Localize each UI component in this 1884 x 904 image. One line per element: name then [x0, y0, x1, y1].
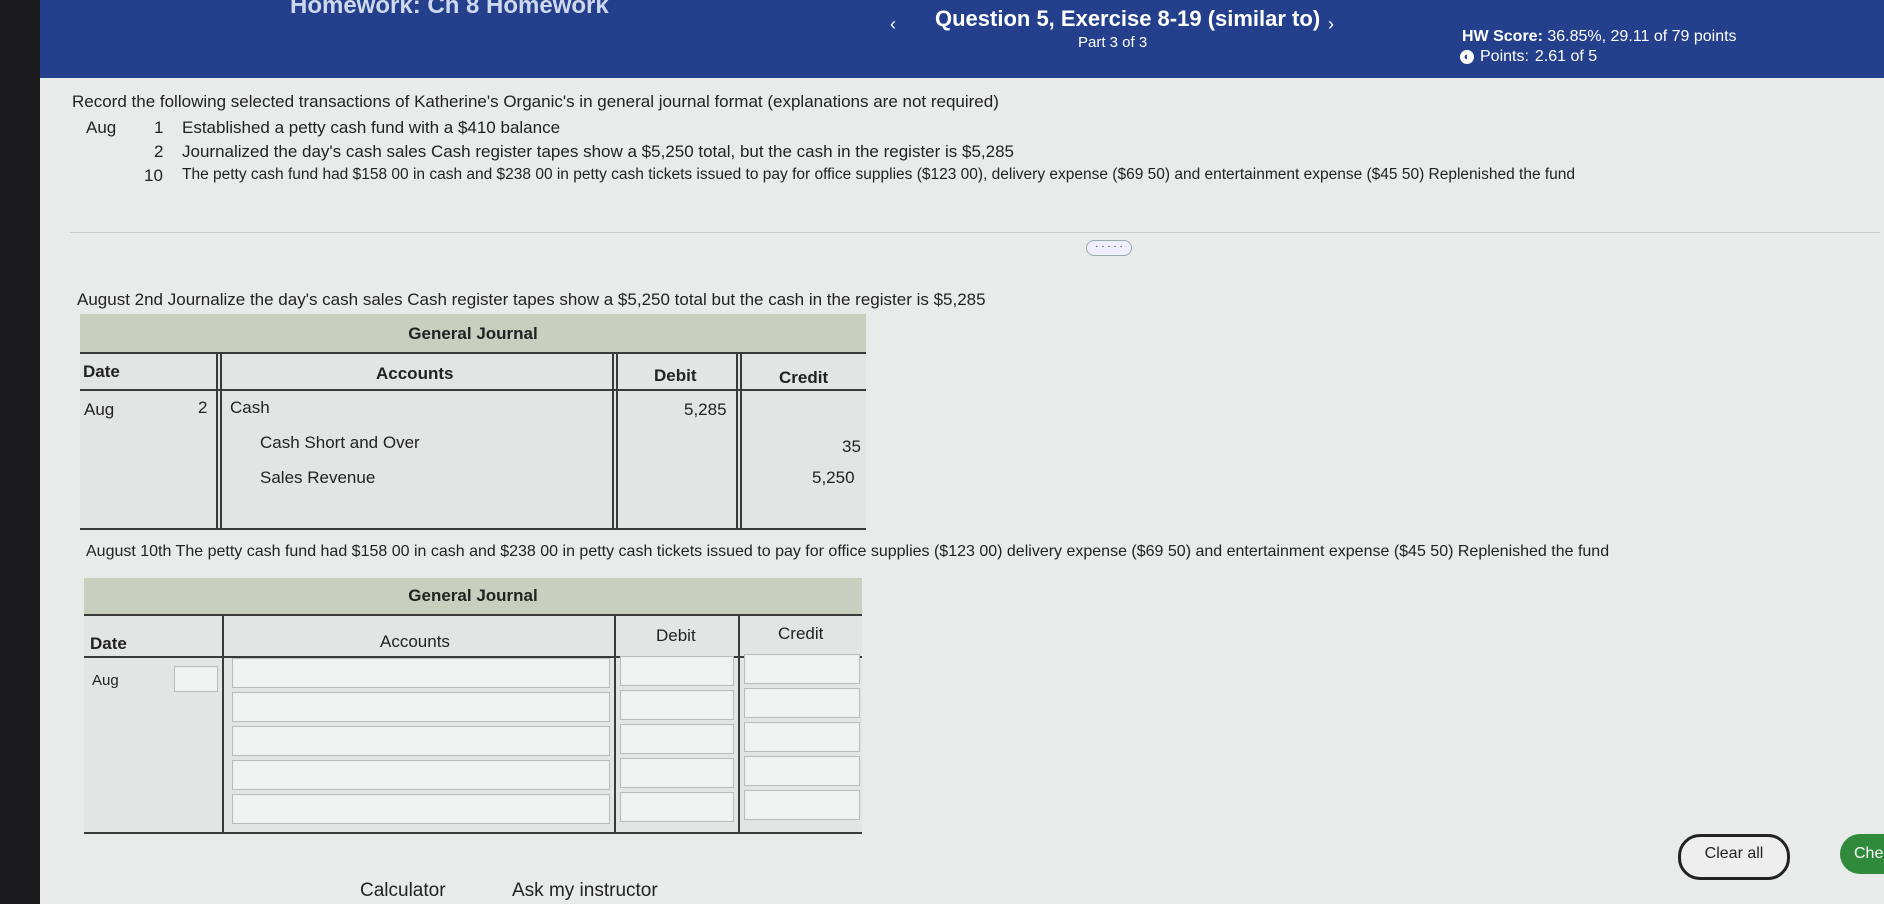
- points-value: 2.61 of 5: [1534, 48, 1598, 65]
- journal2-prompt: August 10th The petty cash fund had $158…: [86, 543, 1610, 560]
- question-header: Homework: Ch 8 Homework ‹ Question 5, Ex…: [40, 0, 1884, 78]
- journal1-account: Cash Short and Over: [260, 433, 420, 452]
- hw-score-value: 36.85%, 29.11 of 79 points: [1547, 28, 1737, 45]
- journal1-title: General Journal: [80, 314, 866, 354]
- journal1-debit: 5,285: [684, 400, 727, 419]
- journal1-credit: 5,250: [812, 468, 855, 487]
- journal2-credit-input[interactable]: [744, 722, 860, 752]
- journal2-debit-input[interactable]: [620, 724, 734, 754]
- clear-all-button[interactable]: Clear all: [1678, 834, 1790, 880]
- hw-score: HW Score: 36.85%, 29.11 of 79 points: [1462, 28, 1737, 46]
- transaction-text: The petty cash fund had $158 00 in cash …: [182, 166, 1576, 183]
- transaction-day: 2: [154, 142, 164, 161]
- journal2-col-rule: [614, 614, 616, 832]
- journal2-account-input[interactable]: [232, 692, 610, 722]
- journal1-account: Cash: [230, 398, 270, 417]
- journal1-col-rule: [612, 352, 614, 530]
- question-title: Question 5, Exercise 8-19 (similar to): [935, 6, 1321, 31]
- journal2-debit-input[interactable]: [620, 758, 734, 788]
- journal2-title: General Journal: [84, 578, 862, 614]
- journal1-prompt: August 2nd Journalize the day's cash sal…: [77, 290, 986, 309]
- journal2-debit-input[interactable]: [620, 690, 734, 720]
- journal1-account: Sales Revenue: [260, 468, 376, 487]
- journal2-account-input[interactable]: [232, 794, 610, 824]
- journal1-debit-header: Debit: [654, 366, 697, 385]
- journal2-date-header: Date: [90, 634, 127, 653]
- journal2-account-input[interactable]: [232, 726, 610, 756]
- journal1-col-rule: [220, 352, 222, 530]
- journal2-col-rule: [222, 614, 224, 832]
- previous-question-icon[interactable]: ‹: [890, 14, 896, 35]
- question-part: Part 3 of 3: [1078, 34, 1148, 51]
- journal2-account-input[interactable]: [232, 658, 610, 688]
- journal2-credit-input[interactable]: [744, 790, 860, 820]
- journal1-credit-header: Credit: [779, 368, 829, 387]
- journal1-col-rule: [736, 352, 738, 530]
- screen-bezel: [0, 0, 40, 904]
- journal2-month: Aug: [92, 672, 119, 689]
- check-answer-button[interactable]: Check: [1840, 834, 1884, 874]
- problem-intro: Record the following selected transactio…: [72, 92, 999, 111]
- points-label: Points:: [1480, 48, 1529, 65]
- points: ◐ Points: 2.61 of 5: [1460, 48, 1597, 66]
- journal1-bottom-rule: [80, 528, 866, 530]
- journal1-day: 2: [198, 398, 208, 417]
- journal1-col-rule: [740, 352, 742, 530]
- journal1-header-rule: [80, 389, 866, 391]
- expand-more-button[interactable]: · · · · ·: [1086, 240, 1132, 256]
- journal1-col-rule: [216, 352, 218, 530]
- journal1-col-rule: [616, 352, 618, 530]
- section-divider: [70, 232, 1880, 233]
- hw-score-label: HW Score:: [1462, 28, 1543, 45]
- journal2-col-rule: [738, 614, 740, 832]
- transaction-text: Journalized the day's cash sales Cash re…: [182, 142, 1015, 161]
- transaction-day: 1: [154, 118, 164, 137]
- journal1-month: Aug: [84, 400, 115, 419]
- journal2-credit-input[interactable]: [744, 654, 860, 684]
- journal2-credit-header: Credit: [778, 624, 824, 643]
- journal1-date-header: Date: [83, 362, 120, 381]
- journal2-debit-header: Debit: [656, 626, 696, 645]
- journal2-header-rule: [84, 614, 862, 616]
- journal2-account-input[interactable]: [232, 760, 610, 790]
- journal2-debit-input[interactable]: [620, 656, 734, 686]
- journal2-credit-input[interactable]: [744, 688, 860, 718]
- ask-instructor-link[interactable]: Ask my instructor: [512, 880, 658, 902]
- journal2-bottom-rule: [84, 832, 862, 834]
- transaction-day: 10: [144, 166, 163, 185]
- next-question-icon[interactable]: ›: [1328, 14, 1334, 35]
- transaction-month: Aug: [86, 118, 117, 137]
- journal2-credit-input[interactable]: [744, 756, 860, 786]
- partial-credit-icon: ◐: [1460, 50, 1474, 64]
- journal1-credit: 35: [842, 437, 861, 456]
- journal1-accounts-header: Accounts: [376, 364, 454, 383]
- homework-title: Homework: Ch 8 Homework: [290, 0, 609, 19]
- journal2-accounts-header: Accounts: [380, 632, 450, 651]
- journal2-day-input[interactable]: [174, 666, 218, 692]
- calculator-link[interactable]: Calculator: [360, 880, 446, 902]
- journal1-header-rule: [80, 352, 866, 354]
- transaction-text: Established a petty cash fund with a $41…: [182, 118, 561, 137]
- journal2-debit-input[interactable]: [620, 792, 734, 822]
